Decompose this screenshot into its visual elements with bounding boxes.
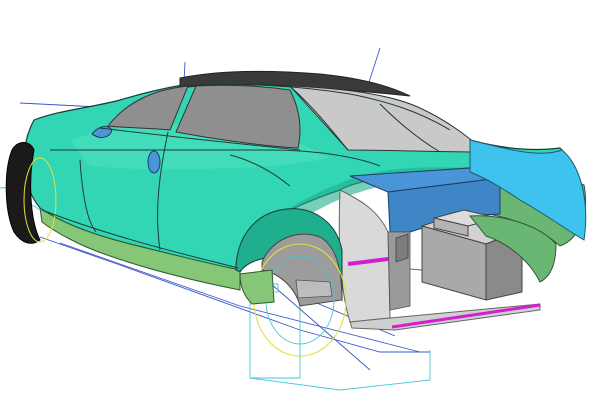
cabin-inner-wall [338,189,391,323]
car-model-3d-view[interactable] [0,0,600,400]
splash-guard [295,279,333,299]
rear-wheel-assembly [235,208,347,357]
fuel-cap [147,150,161,174]
cad-viewport[interactable] [0,0,600,400]
wire-box-base [249,350,431,391]
bracket-box [395,233,409,263]
wheel-shield [239,269,275,305]
